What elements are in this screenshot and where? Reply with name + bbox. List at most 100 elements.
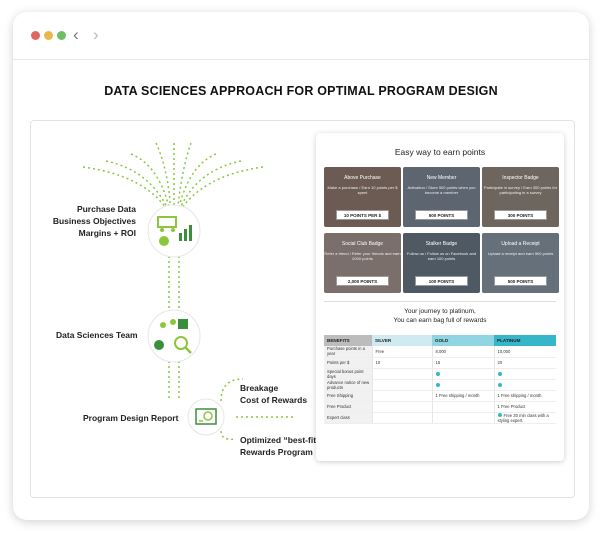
inputs-label: Purchase Data Business Objectives Margin…: [31, 203, 136, 239]
earn-tile[interactable]: Above Purchase Make a purchase / Earn 10…: [324, 167, 401, 227]
tier-benefits-table: BENEFITS SILVER GOLD PLATINUM Purchase p…: [324, 335, 556, 424]
outcome-line: Cost of Rewards: [240, 395, 308, 405]
table-row: Free Product 1 Free Product: [324, 401, 556, 413]
earn-tile[interactable]: Stalker Badge Follow us / Follow us on F…: [403, 233, 480, 293]
table-cell-label: Expert class: [324, 412, 372, 424]
tile-desc: Make a purchase / Earn 10 points per $ s…: [327, 185, 398, 195]
table-cell-gold: 15: [431, 357, 494, 369]
table-cell-label: Points per $: [324, 357, 372, 369]
chevron-left-icon[interactable]: ‹: [73, 25, 79, 45]
tile-title: New Member: [426, 175, 457, 181]
table-cell-label: Free Shipping: [324, 390, 372, 402]
header-gold: GOLD: [432, 335, 494, 346]
table-cell-silver: [371, 379, 432, 391]
tile-points-button[interactable]: 500 POINTS: [494, 276, 547, 286]
outcome-line: Rewards Program: [240, 447, 313, 457]
table-row: Special bonus point days: [324, 368, 556, 380]
tile-desc: Participate in survey / Earn 300 points …: [483, 185, 558, 195]
tile-title: Inspector Badge: [502, 175, 539, 181]
header-silver: SILVER: [372, 335, 432, 346]
browser-window: ‹ › DATA SCIENCES APPROACH FOR OPTIMAL P…: [13, 12, 589, 520]
table-cell-silver: [371, 390, 432, 402]
check-icon: [497, 382, 502, 387]
header-benefits: BENEFITS: [324, 335, 372, 346]
page-title: DATA SCIENCES APPROACH FOR OPTIMAL PROGR…: [104, 84, 498, 98]
earn-tile[interactable]: Upload a Receipt Upload a receipt and ea…: [482, 233, 559, 293]
earn-tile[interactable]: New Member Activation / Store 500 points…: [403, 167, 480, 227]
minimize-window-dot[interactable]: [44, 31, 53, 40]
journey-line: Your journey to platinum,: [404, 308, 476, 315]
table-cell-platinum: 20: [493, 357, 556, 369]
table-row: Purchase points in a year Free 8,000 10,000: [324, 346, 556, 358]
input-margins-roi: Margins + ROI: [78, 228, 136, 238]
tile-desc: Follow us / Follow us on Facebook and ea…: [406, 251, 477, 261]
table-cell-label: Free Product: [324, 401, 372, 413]
tile-points-button[interactable]: 10 POINTS PER $: [336, 210, 389, 220]
earn-tile[interactable]: Social Club Badge Refer a friend / Refer…: [324, 233, 401, 293]
window-titlebar: ‹ ›: [13, 12, 589, 60]
table-header-row: BENEFITS SILVER GOLD PLATINUM: [324, 335, 556, 346]
table-cell-platinum: Free 30 min class with a styling expert.: [493, 412, 556, 424]
table-cell-platinum: [493, 368, 556, 380]
outcome-line: Optimized “best-fit”: [240, 435, 321, 445]
tile-points-button[interactable]: 2,000 POINTS: [336, 276, 389, 286]
tile-points-button[interactable]: 500 POINTS: [415, 210, 468, 220]
table-cell-silver: [371, 368, 432, 380]
table-row: Points per $10 15 20: [324, 357, 556, 369]
journey-line: You can earn bag full of rewards: [393, 317, 487, 324]
tile-title: Social Club Badge: [341, 241, 384, 247]
tier-table-body: Purchase points in a year Free 8,000 10,000…: [324, 346, 556, 424]
check-icon: [497, 371, 502, 376]
table-row: Advance notice of new products: [324, 379, 556, 391]
table-cell-label: Advance notice of new products: [324, 379, 372, 391]
tile-title: Stalker Badge: [425, 241, 458, 247]
table-cell-gold: [431, 412, 494, 424]
check-icon: [435, 382, 440, 387]
table-cell-silver: Free: [371, 346, 432, 358]
table-cell-gold: [431, 368, 494, 380]
outcome-line: Breakage: [240, 383, 279, 393]
tile-desc: Upload a receipt and earn 500 points: [487, 251, 554, 256]
table-cell-gold: [431, 379, 494, 391]
cell-text: Free 30 min class with a styling expert.: [497, 412, 549, 423]
table-cell-silver: [371, 412, 432, 424]
earn-title: Easy way to earn points: [394, 147, 486, 157]
table-cell-label: Purchase points in a year: [324, 346, 372, 358]
rewards-card: Easy way to earn points Above Purchase M…: [316, 133, 564, 461]
journey-heading: Your journey to platinum, You can earn b…: [316, 307, 564, 325]
report-icon: [187, 398, 225, 436]
table-row: Expert class Free 30 min class with a sty…: [324, 412, 556, 424]
flow-line: [220, 430, 237, 441]
check-icon: [435, 371, 440, 376]
tile-title: Upload a Receipt: [501, 241, 540, 247]
tile-points-button[interactable]: 100 POINTS: [415, 276, 468, 286]
divider: [324, 301, 556, 302]
team-label: Data Sciences Team: [56, 330, 138, 340]
report-label: Program Design Report: [83, 413, 179, 423]
tile-desc: Activation / Store 500 points when you b…: [407, 185, 476, 195]
header-platinum: PLATINUM: [494, 335, 556, 346]
tile-points-button[interactable]: 300 POINTS: [494, 210, 547, 220]
tile-title: Above Purchase: [344, 175, 381, 181]
cart-chart-icon: [147, 204, 201, 258]
table-cell-label: Special bonus point days: [324, 368, 372, 380]
table-cell-gold: 1 Free shipping / month: [431, 390, 494, 402]
chevron-right-icon[interactable]: ›: [93, 25, 99, 45]
maximize-window-dot[interactable]: [57, 31, 66, 40]
tile-desc: Refer a friend / Refer your friends and …: [324, 251, 401, 261]
table-cell-platinum: 10,000: [493, 346, 556, 358]
table-cell-silver: 10: [371, 357, 432, 369]
earn-tile[interactable]: Inspector Badge Participate in survey / …: [482, 167, 559, 227]
table-cell-gold: 8,000: [431, 346, 494, 358]
close-window-dot[interactable]: [31, 31, 40, 40]
input-purchase-data: Purchase Data: [76, 204, 136, 214]
table-cell-platinum: 1 Free Product: [493, 401, 556, 413]
table-cell-gold: [431, 401, 494, 413]
table-cell-platinum: [493, 379, 556, 391]
content-panel: Purchase Data Business Objectives Margin…: [30, 120, 575, 498]
input-business-objectives: Business Objectives: [52, 216, 136, 226]
table-cell-silver: [371, 401, 432, 413]
outcome-program-label: Optimized “best-fit” Rewards Program: [240, 434, 320, 458]
table-row: Free Shipping 1 Free shipping / month 1 Fr…: [324, 390, 556, 402]
table-cell-platinum: 1 Free shipping / month: [493, 390, 556, 402]
